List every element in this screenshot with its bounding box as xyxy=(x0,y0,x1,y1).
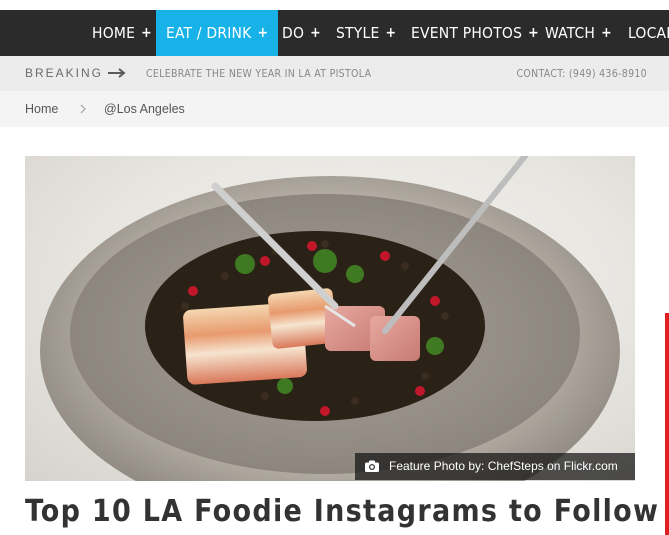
plus-icon: + xyxy=(601,25,612,41)
nav-item-event-photos[interactable]: EVENT PHOTOS + xyxy=(411,10,539,56)
photo-caption: Feature Photo by: ChefSteps on Flickr.co… xyxy=(355,453,635,480)
breadcrumb-home-link[interactable]: Home xyxy=(25,91,58,127)
breadcrumb: Home @Los Angeles xyxy=(0,91,669,127)
contact-phone: CONTACT: (949) 436-8910 xyxy=(516,68,647,80)
nav-label: HOME xyxy=(92,24,136,42)
breaking-news-bar: BREAKING CELEBRATE THE NEW YEAR IN LA AT… xyxy=(0,56,669,91)
main-nav: HOME + EAT / DRINK + DO + STYLE + EVENT PHOT… xyxy=(0,10,669,56)
article-title: Top 10 LA Foodie Instagrams to Follow xyxy=(25,494,660,529)
nav-item-eat-drink[interactable]: EAT / DRINK + xyxy=(156,10,279,56)
chevron-right-icon xyxy=(80,104,86,114)
plus-icon: + xyxy=(257,25,269,41)
camera-icon xyxy=(365,460,379,472)
top-strip xyxy=(0,0,669,10)
nav-label: EVENT PHOTOS xyxy=(411,24,523,42)
nav-item-style[interactable]: STYLE + xyxy=(336,10,396,56)
nav-label: EAT / DRINK xyxy=(166,24,252,42)
nav-item-home[interactable]: HOME + xyxy=(92,10,152,56)
plus-icon: + xyxy=(385,25,397,41)
breaking-label: BREAKING xyxy=(25,66,104,80)
arrow-right-icon xyxy=(108,68,126,78)
feature-photo-illustration xyxy=(40,156,620,481)
nav-label: DO xyxy=(282,24,305,42)
nav-label: WATCH xyxy=(545,24,596,42)
plus-icon: + xyxy=(141,25,152,41)
breadcrumb-current: @Los Angeles xyxy=(104,102,185,116)
nav-label: STYLE xyxy=(336,24,380,42)
plus-icon: + xyxy=(528,25,539,41)
caption-text: Feature Photo by: ChefSteps on Flickr.co… xyxy=(389,459,618,473)
feature-photo xyxy=(25,156,635,481)
nav-item-local[interactable]: LOCAL xyxy=(628,10,669,56)
nav-item-watch[interactable]: WATCH + xyxy=(545,10,612,56)
plus-icon: + xyxy=(310,25,321,41)
nav-item-do[interactable]: DO + xyxy=(282,10,321,56)
nav-label: LOCAL xyxy=(628,24,669,42)
breaking-headline-link[interactable]: CELEBRATE THE NEW YEAR IN LA AT PISTOLA xyxy=(146,56,371,91)
side-accent-line xyxy=(665,313,669,535)
